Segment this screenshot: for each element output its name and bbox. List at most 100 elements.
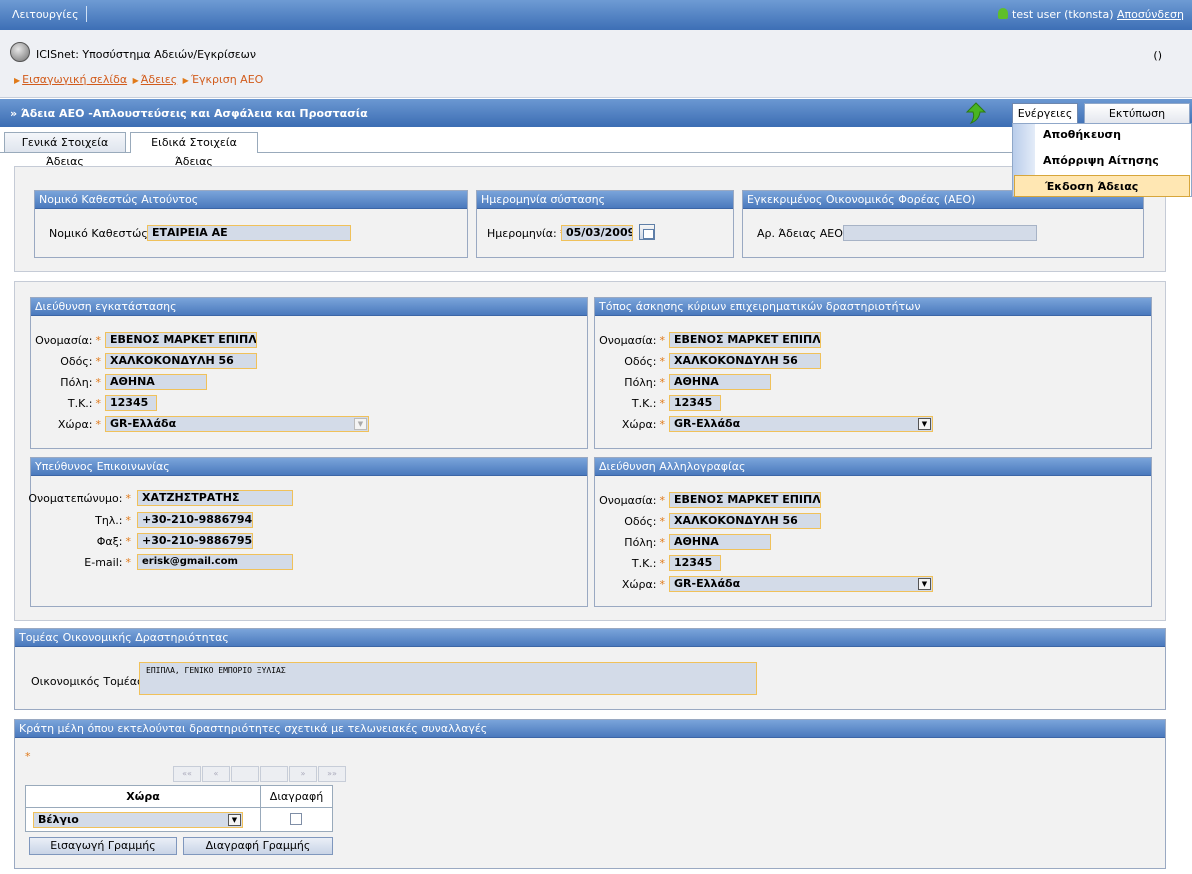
mail-name-field[interactable]: ΕΒΕΝΟΣ ΜΑΡΚΕΤ ΕΠΙΠΛΑ: [669, 492, 821, 508]
system-name: ICISnet: Υποσύστημα Αδειών/Εγκρίσεων: [36, 48, 257, 61]
required-mark: *: [659, 494, 666, 507]
contact-email-field[interactable]: erisk@gmail.com: [137, 554, 293, 570]
mail-country-label-text: Χώρα:: [621, 578, 657, 591]
chevron-down-icon[interactable]: ▼: [918, 418, 931, 430]
install-city-label: Πόλη: *: [60, 376, 101, 389]
install-street-field[interactable]: ΧΑΛΚΟΚΟΝΔΥΛΗ 56: [105, 353, 257, 369]
member-states-box: Κράτη μέλη όπου εκτελούνται δραστηριότητ…: [14, 719, 1166, 869]
contact-fax-label-text: Φαξ:: [96, 535, 123, 548]
col-delete: Διαγραφή: [260, 785, 333, 808]
install-country-value: GR-Ελλάδα: [110, 417, 177, 430]
breadcrumb-home[interactable]: Εισαγωγική σελίδα: [22, 73, 127, 86]
mail-street-label: Οδός: *: [624, 515, 665, 528]
business-city-field[interactable]: ΑΘΗΝΑ: [669, 374, 771, 390]
mail-zip-label-text: Τ.Κ.:: [631, 557, 657, 570]
business-zip-label-text: Τ.Κ.:: [631, 397, 657, 410]
header-paren: (): [1153, 49, 1162, 62]
pager-last[interactable]: »»: [318, 766, 346, 782]
install-country-select[interactable]: GR-Ελλάδα ▼: [105, 416, 369, 432]
mail-street-label-text: Οδός:: [624, 515, 657, 528]
founding-date-field[interactable]: 05/03/2009: [561, 225, 633, 241]
business-country-select[interactable]: GR-Ελλάδα ▼: [669, 416, 933, 432]
contact-phone-field[interactable]: +30-210-9886794: [137, 512, 253, 528]
menu-item-save[interactable]: Αποθήκευση: [1013, 124, 1191, 146]
menu-separator: [86, 6, 87, 22]
app-header: ICISnet: Υποσύστημα Αδειών/Εγκρίσεων () …: [0, 30, 1192, 98]
install-street-label-text: Οδός:: [60, 355, 93, 368]
required-mark: *: [95, 355, 102, 368]
contact-name-field[interactable]: ΧΑΤΖΗΣΤΡΑΤΗΣ: [137, 490, 293, 506]
business-address-box: Τόπος άσκησης κύριων επιχειρηματικών δρα…: [594, 297, 1152, 449]
pager-first[interactable]: ««: [173, 766, 201, 782]
mail-country-select[interactable]: GR-Ελλάδα ▼: [669, 576, 933, 592]
member-states-header: Κράτη μέλη όπου εκτελούνται δραστηριότητ…: [15, 720, 1165, 738]
actions-button[interactable]: Ενέργειες: [1012, 103, 1078, 124]
mail-zip-field[interactable]: 12345: [669, 555, 721, 571]
menu-item-reject[interactable]: Απόρριψη Αίτησης: [1013, 150, 1191, 172]
functions-menu[interactable]: Λειτουργίες: [12, 8, 79, 21]
business-name-label: Ονομασία: *: [599, 334, 665, 347]
menu-item-issue[interactable]: Έκδοση Άδειας: [1014, 175, 1190, 197]
mail-country-label: Χώρα: *: [622, 578, 665, 591]
required-mark: *: [125, 514, 132, 527]
sector-textarea[interactable]: ΕΠΙΠΛΑ, ΓΕΝΙΚΟ ΕΜΠΟΡΙΟ ΞΥΛΙΑΣ: [139, 662, 757, 695]
sector-box: Τομέας Οικονομικής Δραστηριότητας Οικονο…: [14, 628, 1166, 710]
delete-checkbox[interactable]: [290, 813, 303, 825]
install-country-label-text: Χώρα:: [57, 418, 93, 431]
contact-fax-field[interactable]: +30-210-9886795: [137, 533, 253, 549]
breadcrumb: ▶ Εισαγωγική σελίδα ▶ Άδειες ▶ Έγκριση ΑΕΟ: [12, 73, 263, 86]
mail-city-field[interactable]: ΑΘΗΝΑ: [669, 534, 771, 550]
tab-general[interactable]: Γενικά Στοιχεία Άδειας: [4, 132, 126, 168]
business-city-label: Πόλη: *: [624, 376, 665, 389]
required-mark: *: [25, 750, 31, 763]
insert-row-button[interactable]: Εισαγωγή Γραμμής: [29, 837, 177, 855]
pager-prev[interactable]: «: [202, 766, 230, 782]
contact-phone-label: Τηλ.: *: [95, 514, 131, 527]
breadcrumb-licenses[interactable]: Άδειες: [141, 73, 177, 86]
business-zip-field[interactable]: 12345: [669, 395, 721, 411]
table-row: Βέλγιο ▼: [24, 807, 333, 832]
install-city-field[interactable]: ΑΘΗΝΑ: [105, 374, 207, 390]
calendar-icon[interactable]: [639, 224, 655, 240]
install-name-field[interactable]: ΕΒΕΝΟΣ ΜΑΡΚΕΤ ΕΠΙΠΛΑ: [105, 332, 257, 348]
required-mark: *: [659, 397, 666, 410]
required-mark: *: [659, 515, 666, 528]
business-street-field[interactable]: ΧΑΛΚΟΚΟΝΔΥΛΗ 56: [669, 353, 821, 369]
globe-icon: [10, 42, 30, 62]
chevron-down-icon[interactable]: ▼: [918, 578, 931, 590]
tab-specific[interactable]: Ειδικά Στοιχεία Άδειας: [130, 132, 258, 168]
sector-label: Οικονομικός Τομέας:*: [31, 675, 156, 688]
print-button[interactable]: Εκτύπωση: [1084, 103, 1190, 124]
chevron-down-icon[interactable]: ▼: [354, 418, 367, 430]
top-menu-bar: Λειτουργίες test user (tkonsta) Αποσύνδε…: [0, 0, 1192, 30]
mail-city-label-text: Πόλη:: [624, 536, 657, 549]
pager-next[interactable]: »: [289, 766, 317, 782]
required-mark: *: [95, 376, 102, 389]
founding-date-box: Ημερομηνία σύστασης Ημερομηνία:* 05/03/2…: [476, 190, 734, 258]
legal-status-label: Νομικό Καθεστώς:*: [49, 227, 160, 240]
legal-status-box: Νομικό Καθεστώς Αιτούντος Νομικό Καθεστώ…: [34, 190, 468, 258]
logout-link[interactable]: Αποσύνδεση: [1117, 8, 1184, 21]
delete-row-button[interactable]: Διαγραφή Γραμμής: [183, 837, 333, 855]
business-name-field[interactable]: ΕΒΕΝΟΣ ΜΑΡΚΕΤ ΕΠΙΠΛΑ: [669, 332, 821, 348]
mail-street-field[interactable]: ΧΑΛΚΟΚΟΝΔΥΛΗ 56: [669, 513, 821, 529]
page-title: » Άδεια ΑΕΟ -Απλουστεύσεις και Ασφάλεια …: [10, 107, 368, 120]
pager-blank-2: [260, 766, 288, 782]
chevron-down-icon[interactable]: ▼: [228, 814, 241, 826]
aeo-number-field[interactable]: [843, 225, 1037, 241]
legal-status-field[interactable]: ΕΤΑΙΡΕΙΑ ΑΕ: [147, 225, 351, 241]
breadcrumb-arrow-icon: ▶: [182, 76, 189, 85]
legal-status-label-text: Νομικό Καθεστώς:: [49, 227, 152, 240]
up-arrow-icon[interactable]: [965, 102, 987, 124]
install-country-label: Χώρα: *: [58, 418, 101, 431]
row-country-select[interactable]: Βέλγιο ▼: [33, 812, 243, 828]
breadcrumb-arrow-icon: ▶: [132, 76, 139, 85]
user-name: test user (tkonsta): [1012, 8, 1114, 21]
mail-address-header: Διεύθυνση Αλληλογραφίας: [595, 458, 1151, 476]
install-address-header: Διεύθυνση εγκατάστασης: [31, 298, 587, 316]
install-city-label-text: Πόλη:: [60, 376, 93, 389]
business-name-label-text: Ονομασία:: [599, 334, 657, 347]
install-zip-field[interactable]: 12345: [105, 395, 157, 411]
required-mark: *: [659, 578, 666, 591]
user-icon: [998, 8, 1009, 19]
